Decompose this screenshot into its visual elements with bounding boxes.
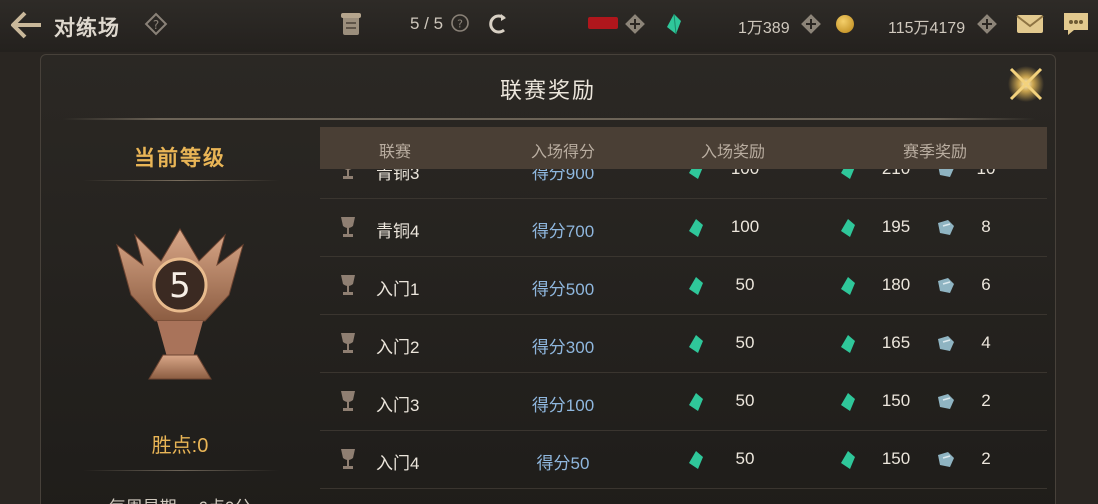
entry-reward: 50 (735, 275, 755, 294)
gem-icon (841, 393, 855, 411)
plus-icon[interactable] (976, 13, 998, 35)
gold-balance: 115万4179 (888, 20, 966, 37)
column-header: 入场得分 (530, 144, 595, 161)
column-header: 入场奖励 (700, 144, 765, 161)
entry-score: 得分300 (531, 338, 595, 357)
cup-icon (343, 169, 353, 179)
league-rewards-panel: 联赛奖励 当前等级 5 胜点:0 联赛 入场得分 入场奖励 赛季奖励 青铜3 得… (40, 54, 1056, 504)
current-level-heading: 当前等级 (134, 147, 226, 170)
panel-title: 联赛奖励 (499, 78, 596, 103)
cup-icon (341, 333, 355, 353)
cup-icon (341, 391, 355, 411)
back-button[interactable] (6, 8, 46, 42)
mail-icon[interactable] (1016, 14, 1044, 34)
current-level-section: 当前等级 5 胜点:0 每周星期一 6点0分 (41, 125, 319, 504)
table-row: 青铜4 得分700 100 195 8 (320, 199, 1047, 257)
table-row: 入门3 得分100 50 150 2 (320, 373, 1047, 431)
help-icon[interactable]: ? (450, 13, 470, 33)
entry-score: 得分50 (536, 454, 590, 473)
close-icon[interactable] (1003, 61, 1049, 107)
gem-icon (841, 451, 855, 469)
league-name: 入门2 (376, 338, 420, 357)
gem-icon (689, 451, 703, 469)
season-gems: 150 (881, 391, 911, 410)
scroll-icon (341, 13, 361, 35)
chip-icon (938, 278, 954, 293)
rewards-table[interactable]: 青铜3 得分900 100 210 10 青铜4 得分700 100 195 8 入门1 得分500 5… (320, 169, 1047, 504)
season-gems: 195 (881, 217, 911, 236)
season-chips: 4 (981, 333, 991, 352)
entry-score: 得分100 (531, 396, 595, 415)
gem-icon (689, 219, 703, 237)
entry-score: 得分700 (531, 222, 595, 241)
column-header: 赛季奖励 (902, 144, 967, 161)
chip-icon (938, 336, 954, 351)
help-icon[interactable]: ? (144, 12, 168, 36)
cup-icon (341, 217, 355, 237)
reset-time: 每周星期一 6点0分 (41, 493, 319, 504)
table-header: 联赛 入场得分 入场奖励 赛季奖励 (320, 127, 1047, 169)
entry-reward: 50 (735, 449, 755, 468)
season-chips: 2 (981, 449, 991, 468)
column-header: 联赛 (378, 144, 411, 161)
trophy-icon: 5 (116, 228, 244, 380)
cup-icon (341, 449, 355, 469)
season-gems: 180 (881, 275, 911, 294)
gem-icon (689, 277, 703, 295)
table-row: 青铜3 得分900 100 210 10 (320, 169, 1047, 199)
back-icon (11, 11, 41, 39)
top-bar: 对练场 ? 5 / 5 ? 1万389 115万4179 (0, 0, 1098, 52)
entry-reward: 50 (735, 333, 755, 352)
chip-icon (938, 394, 954, 409)
chip-icon (938, 452, 954, 467)
season-chips: 8 (981, 217, 991, 236)
league-name: 入门1 (376, 280, 420, 299)
entry-reward: 100 (712, 169, 778, 179)
season-chips: 10 (966, 169, 1006, 179)
attempts-counter: 5 / 5 (410, 14, 444, 33)
entry-score: 得分500 (531, 280, 595, 299)
level-number: 5 (169, 266, 191, 306)
gems-balance: 1万389 (738, 20, 790, 37)
win-points: 胜点:0 (151, 435, 209, 457)
gem-icon (841, 169, 855, 179)
entry-score: 得分900 (531, 169, 595, 183)
gem-icon (689, 335, 703, 353)
league-name: 青铜3 (376, 169, 420, 183)
gem-icon (841, 335, 855, 353)
entry-reward: 50 (735, 391, 755, 410)
chat-icon[interactable] (1062, 11, 1090, 37)
gem-icon (689, 169, 703, 179)
refresh-icon[interactable] (488, 12, 510, 36)
chip-icon (938, 169, 954, 177)
svg-text:?: ? (457, 18, 463, 31)
svg-text:?: ? (153, 18, 159, 32)
divider (83, 470, 279, 471)
league-name: 入门3 (376, 396, 420, 415)
entry-reward: 100 (730, 217, 760, 236)
season-chips: 2 (981, 391, 991, 410)
table-row: 入门2 得分300 50 165 4 (320, 315, 1047, 373)
page-title: 对练场 (54, 17, 120, 40)
coin-icon (836, 15, 854, 33)
table-row: 入门4 得分50 50 150 2 (320, 431, 1047, 489)
league-name: 青铜4 (376, 222, 420, 241)
gem-icon (689, 393, 703, 411)
gem-icon (841, 277, 855, 295)
plus-icon[interactable] (624, 13, 646, 35)
currency-icon (588, 17, 618, 29)
divider (83, 180, 279, 181)
plus-icon[interactable] (800, 13, 822, 35)
table-row: 入门1 得分500 50 180 6 (320, 257, 1047, 315)
season-gems: 165 (881, 333, 911, 352)
gem-icon (841, 219, 855, 237)
season-chips: 6 (981, 275, 991, 294)
season-gems: 150 (881, 449, 911, 468)
gem-icon (667, 13, 681, 35)
league-name: 入门4 (376, 454, 420, 473)
divider (63, 118, 1035, 120)
cup-icon (341, 275, 355, 295)
chip-icon (938, 220, 954, 235)
season-gems: 210 (870, 169, 922, 179)
